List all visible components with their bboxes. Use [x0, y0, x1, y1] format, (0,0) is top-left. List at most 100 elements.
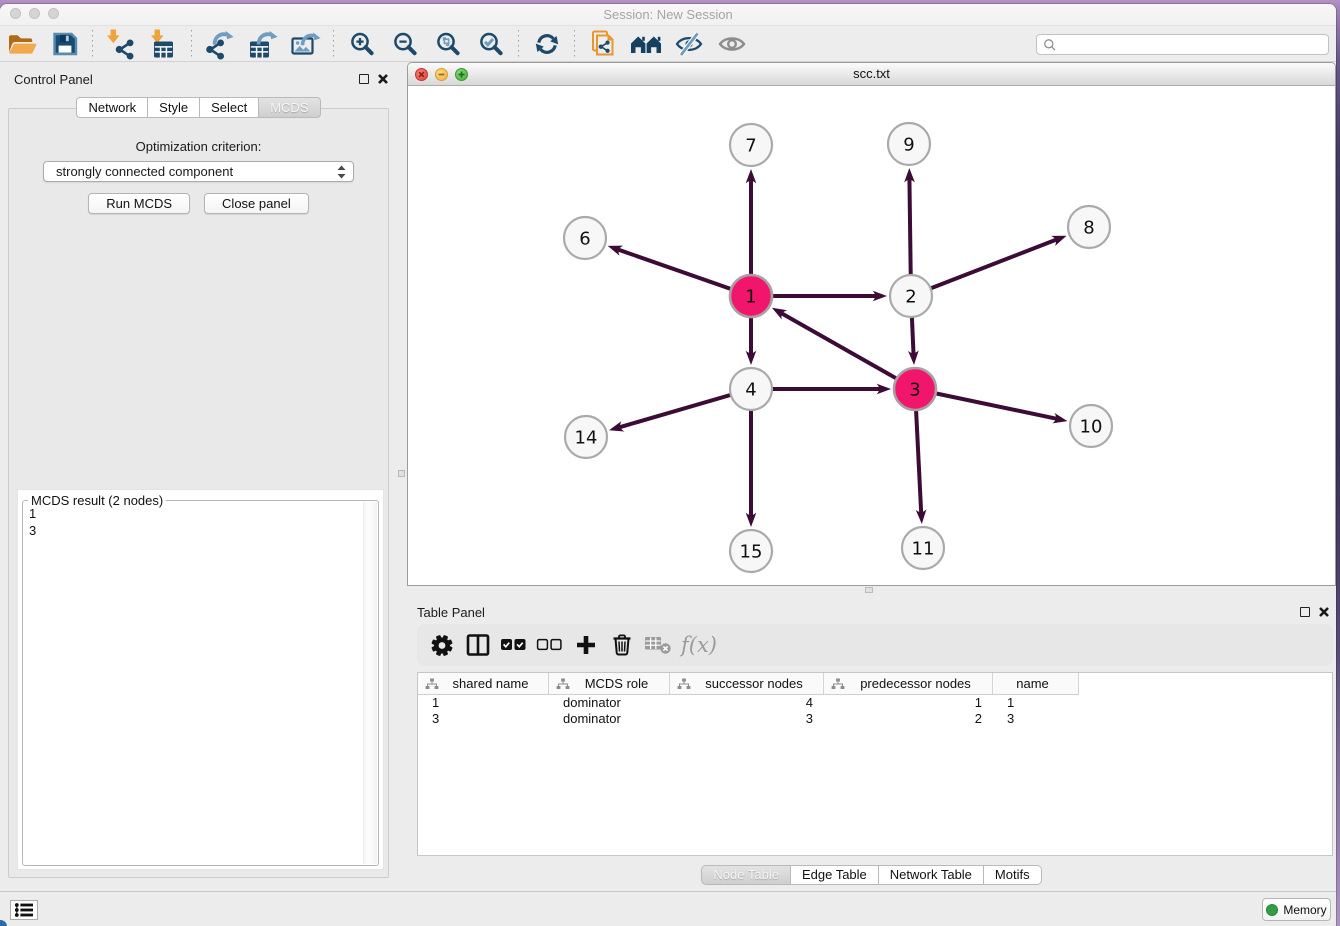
refresh-button[interactable] [525, 27, 568, 61]
add-button[interactable] [569, 628, 602, 662]
close-panel-icon[interactable] [1318, 606, 1330, 618]
table-row[interactable]: 3dominator323 [418, 711, 1332, 727]
home-button[interactable] [624, 27, 667, 61]
node-label: 2 [905, 286, 916, 307]
open-folder-button[interactable] [0, 27, 43, 61]
import-table-icon [148, 28, 180, 60]
criterion-select[interactable]: strongly connected component [43, 161, 354, 182]
float-panel-icon[interactable] [359, 74, 369, 84]
table-cell: 4 [670, 695, 824, 711]
import-network-button[interactable] [99, 27, 142, 61]
graph-node-10[interactable]: 10 [1070, 405, 1112, 447]
tab-network[interactable]: Network [76, 97, 148, 118]
clone-network-button[interactable] [581, 27, 624, 61]
table-cell: 1 [418, 695, 549, 711]
table-cell: 3 [670, 711, 824, 727]
edge-2-8[interactable] [911, 239, 1058, 296]
task-history-button[interactable] [10, 900, 38, 920]
tab-mcds[interactable]: MCDS [259, 97, 320, 118]
zoom-selected-button[interactable] [469, 27, 512, 61]
tab-motifs[interactable]: Motifs [984, 865, 1042, 885]
function-builder-button: f(x) [677, 633, 717, 657]
column-header-predecessor-nodes[interactable]: predecessor nodes [824, 673, 993, 694]
graph-node-1[interactable]: 1 [730, 275, 772, 317]
graph-node-14[interactable]: 14 [565, 416, 607, 458]
horizontal-splitter[interactable] [407, 586, 1336, 595]
search-icon [1043, 38, 1057, 52]
run-mcds-button[interactable]: Run MCDS [88, 193, 190, 214]
frame-maximize-button[interactable] [455, 68, 468, 81]
memory-status-icon [1266, 904, 1278, 916]
node-label: 11 [912, 538, 935, 559]
memory-button[interactable]: Memory [1262, 898, 1331, 921]
columns-button[interactable] [461, 628, 494, 662]
edge-3-1[interactable] [780, 312, 915, 389]
tab-node-table[interactable]: Node Table [701, 865, 791, 885]
graph-node-6[interactable]: 6 [564, 217, 606, 259]
close-panel-icon[interactable] [377, 73, 389, 85]
table-cell: 3 [418, 711, 549, 727]
mcds-result-group: MCDS result (2 nodes) 13 [22, 500, 379, 866]
graph-node-15[interactable]: 15 [730, 530, 772, 572]
graph-node-8[interactable]: 8 [1068, 206, 1110, 248]
select-chevrons-icon [336, 164, 347, 180]
export-table-button[interactable] [241, 27, 284, 61]
select-all-button[interactable] [497, 628, 530, 662]
network-frame-titlebar[interactable]: scc.txt [408, 63, 1335, 86]
search-box[interactable] [1036, 34, 1329, 55]
graph-node-7[interactable]: 7 [730, 124, 772, 166]
column-header-shared-name[interactable]: shared name [418, 673, 549, 694]
column-header-MCDS-role[interactable]: MCDS role [549, 673, 670, 694]
toolbar-separator [518, 30, 519, 58]
table-cell: dominator [549, 695, 670, 711]
graph-node-11[interactable]: 11 [902, 527, 944, 569]
tab-style[interactable]: Style [148, 97, 200, 118]
column-header-successor-nodes[interactable]: successor nodes [670, 673, 824, 694]
column-label: name [993, 676, 1078, 691]
splitter-grip[interactable] [398, 470, 405, 477]
zoom-fit-button[interactable] [426, 27, 469, 61]
node-label: 9 [903, 134, 914, 155]
maximize-window-button[interactable] [48, 8, 59, 19]
delete-button[interactable] [605, 628, 638, 662]
window-title: Session: New Session [0, 4, 1336, 25]
network-canvas[interactable]: 7 9 6 8 1 2 4 3 14 10 15 11 [408, 87, 1335, 585]
vertical-splitter[interactable] [397, 62, 407, 891]
tab-select[interactable]: Select [200, 97, 259, 118]
delete-table-button[interactable] [641, 628, 674, 662]
zoom-out-button[interactable] [383, 27, 426, 61]
import-table-button[interactable] [142, 27, 185, 61]
save-button[interactable] [43, 27, 86, 61]
result-item[interactable]: 3 [25, 522, 362, 539]
result-item[interactable]: 1 [25, 505, 362, 522]
gear-icon [429, 632, 455, 658]
hide-button[interactable] [667, 27, 710, 61]
frame-close-button[interactable] [415, 68, 428, 81]
table-row[interactable]: 1dominator411 [418, 695, 1332, 711]
zoom-in-button[interactable] [340, 27, 383, 61]
show-button[interactable] [710, 27, 753, 61]
frame-minimize-button[interactable] [435, 68, 448, 81]
minimize-window-button[interactable] [29, 8, 40, 19]
splitter-grip[interactable] [865, 587, 873, 593]
graph-node-3[interactable]: 3 [894, 368, 936, 410]
close-window-button[interactable] [10, 8, 21, 19]
tab-network-table[interactable]: Network Table [879, 865, 984, 885]
graph-node-2[interactable]: 2 [890, 275, 932, 317]
table-panel: Table Panel f(x) shared name MCDS role s… [407, 595, 1336, 891]
column-header-name[interactable]: name [993, 673, 1079, 694]
deselect-all-button[interactable] [533, 628, 566, 662]
mcds-result-list[interactable]: 13 [25, 505, 362, 863]
graph-node-9[interactable]: 9 [888, 123, 930, 165]
deselect-all-icon [536, 632, 563, 658]
close-panel-button[interactable]: Close panel [204, 193, 309, 214]
gear-button[interactable] [425, 628, 458, 662]
graph-node-4[interactable]: 4 [730, 368, 772, 410]
export-image-button[interactable] [284, 27, 327, 61]
result-scrollbar[interactable] [363, 502, 377, 864]
float-panel-icon[interactable] [1300, 607, 1310, 617]
export-network-button[interactable] [198, 27, 241, 61]
tree-icon [425, 678, 439, 690]
search-input[interactable] [1061, 37, 1328, 53]
tab-edge-table[interactable]: Edge Table [791, 865, 879, 885]
